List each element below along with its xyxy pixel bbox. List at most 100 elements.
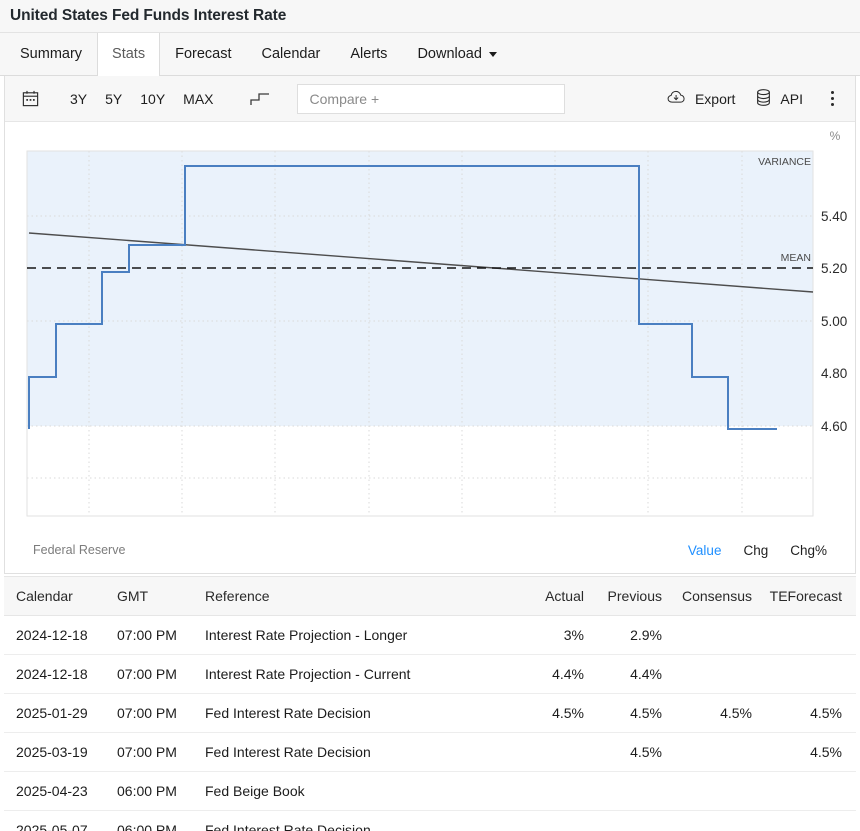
table-row[interactable]: 2024-12-18 07:00 PM Interest Rate Projec… bbox=[4, 616, 856, 655]
svg-text:Oct: Oct bbox=[269, 525, 290, 526]
tab-bar: Summary Stats Forecast Calendar Alerts D… bbox=[0, 33, 860, 76]
toggle-value[interactable]: Value bbox=[688, 543, 722, 558]
cell-teforecast: 4.5% bbox=[760, 733, 856, 772]
cell-previous bbox=[592, 811, 670, 831]
tab-stats[interactable]: Stats bbox=[97, 33, 160, 76]
chart-toolbar: 3Y 5Y 10Y MAX Compare + bbox=[5, 76, 855, 122]
chart-svg[interactable]: % bbox=[5, 122, 857, 526]
column-header-gmt[interactable]: GMT bbox=[109, 577, 197, 616]
chart-panel: 3Y 5Y 10Y MAX Compare + bbox=[4, 76, 856, 574]
cloud-download-icon bbox=[667, 89, 687, 108]
cell-reference: Fed Interest Rate Decision bbox=[197, 694, 518, 733]
toggle-chg-pct[interactable]: Chg% bbox=[790, 543, 827, 558]
cell-consensus bbox=[670, 655, 760, 694]
cell-reference: Interest Rate Projection - Longer bbox=[197, 616, 518, 655]
tab-alerts[interactable]: Alerts bbox=[335, 33, 402, 75]
cell-previous: 2.9% bbox=[592, 616, 670, 655]
tab-label: Summary bbox=[20, 46, 82, 62]
page-root: United States Fed Funds Interest Rate Su… bbox=[0, 0, 860, 831]
page-title: United States Fed Funds Interest Rate bbox=[10, 7, 286, 25]
toggle-chg[interactable]: Chg bbox=[743, 543, 768, 558]
tab-calendar[interactable]: Calendar bbox=[247, 33, 336, 75]
kebab-menu-icon[interactable] bbox=[819, 85, 845, 113]
tab-summary[interactable]: Summary bbox=[5, 33, 97, 75]
tab-label: Forecast bbox=[175, 46, 231, 62]
svg-text:Jul: Jul bbox=[178, 525, 195, 526]
cell-calendar: 2024-12-18 bbox=[4, 655, 109, 694]
cell-calendar: 2025-04-23 bbox=[4, 772, 109, 811]
table-row[interactable]: 2025-03-19 07:00 PM Fed Interest Rate De… bbox=[4, 733, 856, 772]
table-row[interactable]: 2024-12-18 07:00 PM Interest Rate Projec… bbox=[4, 655, 856, 694]
toolbar-actions: Export API bbox=[657, 84, 845, 114]
svg-text:2024: 2024 bbox=[359, 525, 388, 526]
compare-input[interactable]: Compare + bbox=[297, 84, 565, 114]
chart-source: Federal Reserve bbox=[33, 543, 125, 557]
api-label: API bbox=[780, 91, 803, 107]
table-row[interactable]: 2025-01-29 07:00 PM Fed Interest Rate De… bbox=[4, 694, 856, 733]
cell-previous: 4.5% bbox=[592, 733, 670, 772]
tab-label: Download bbox=[417, 46, 482, 62]
range-3y[interactable]: 3Y bbox=[61, 87, 96, 111]
table-header-row: Calendar GMT Reference Actual Previous C… bbox=[4, 577, 856, 616]
cell-actual bbox=[518, 772, 592, 811]
cell-consensus bbox=[670, 616, 760, 655]
svg-text:4.80: 4.80 bbox=[821, 366, 847, 381]
range-max[interactable]: MAX bbox=[174, 87, 222, 111]
y-axis-labels: 5.40 5.20 5.00 4.80 4.60 bbox=[821, 209, 847, 434]
column-header-previous[interactable]: Previous bbox=[592, 577, 670, 616]
cell-reference: Fed Beige Book bbox=[197, 772, 518, 811]
svg-text:5.00: 5.00 bbox=[821, 314, 847, 329]
cell-consensus bbox=[670, 733, 760, 772]
cell-calendar: 2024-12-18 bbox=[4, 616, 109, 655]
cell-calendar: 2025-05-07 bbox=[4, 811, 109, 831]
column-header-reference[interactable]: Reference bbox=[197, 577, 518, 616]
range-10y[interactable]: 10Y bbox=[131, 87, 174, 111]
y-axis-unit: % bbox=[830, 129, 841, 143]
column-header-teforecast[interactable]: TEForecast bbox=[760, 577, 856, 616]
cell-teforecast: 4.5% bbox=[760, 694, 856, 733]
tab-label: Alerts bbox=[350, 46, 387, 62]
column-header-calendar[interactable]: Calendar bbox=[4, 577, 109, 616]
range-5y[interactable]: 5Y bbox=[96, 87, 131, 111]
cell-gmt: 07:00 PM bbox=[109, 694, 197, 733]
cell-previous bbox=[592, 772, 670, 811]
database-icon bbox=[755, 88, 772, 110]
cell-consensus bbox=[670, 811, 760, 831]
cell-reference: Fed Interest Rate Decision bbox=[197, 811, 518, 831]
column-header-actual[interactable]: Actual bbox=[518, 577, 592, 616]
svg-text:5.20: 5.20 bbox=[821, 261, 847, 276]
tab-download[interactable]: Download bbox=[402, 33, 512, 75]
cell-previous: 4.5% bbox=[592, 694, 670, 733]
cell-consensus bbox=[670, 772, 760, 811]
range-buttons: 3Y 5Y 10Y MAX bbox=[61, 87, 223, 111]
x-axis-labels: Apr Jul Oct 2024 Apr Jul Oct 2025 bbox=[83, 525, 761, 526]
api-button[interactable]: API bbox=[745, 84, 813, 114]
table-row[interactable]: 2025-05-07 06:00 PM Fed Interest Rate De… bbox=[4, 811, 856, 831]
table-row[interactable]: 2025-04-23 06:00 PM Fed Beige Book bbox=[4, 772, 856, 811]
cell-actual: 4.4% bbox=[518, 655, 592, 694]
calendar-table-wrap: Calendar GMT Reference Actual Previous C… bbox=[4, 576, 856, 831]
column-header-consensus[interactable]: Consensus bbox=[670, 577, 760, 616]
tab-forecast[interactable]: Forecast bbox=[160, 33, 246, 75]
calendar-table: Calendar GMT Reference Actual Previous C… bbox=[4, 577, 856, 831]
svg-text:Apr: Apr bbox=[456, 525, 477, 526]
chevron-down-icon bbox=[489, 52, 497, 57]
svg-text:Apr: Apr bbox=[83, 525, 104, 526]
calendar-icon[interactable] bbox=[15, 84, 45, 114]
export-button[interactable]: Export bbox=[657, 85, 745, 112]
cell-calendar: 2025-03-19 bbox=[4, 733, 109, 772]
cell-actual: 4.5% bbox=[518, 694, 592, 733]
svg-text:Jul: Jul bbox=[551, 525, 568, 526]
cell-reference: Fed Interest Rate Decision bbox=[197, 733, 518, 772]
cell-actual: 3% bbox=[518, 616, 592, 655]
tab-label: Calendar bbox=[262, 46, 321, 62]
cell-teforecast bbox=[760, 811, 856, 831]
cell-gmt: 07:00 PM bbox=[109, 733, 197, 772]
step-chart-icon[interactable] bbox=[245, 86, 275, 112]
svg-text:4.60: 4.60 bbox=[821, 419, 847, 434]
cell-calendar: 2025-01-29 bbox=[4, 694, 109, 733]
cell-teforecast bbox=[760, 772, 856, 811]
cell-previous: 4.4% bbox=[592, 655, 670, 694]
compare-placeholder: Compare + bbox=[310, 91, 380, 107]
mean-label: MEAN bbox=[781, 252, 811, 264]
